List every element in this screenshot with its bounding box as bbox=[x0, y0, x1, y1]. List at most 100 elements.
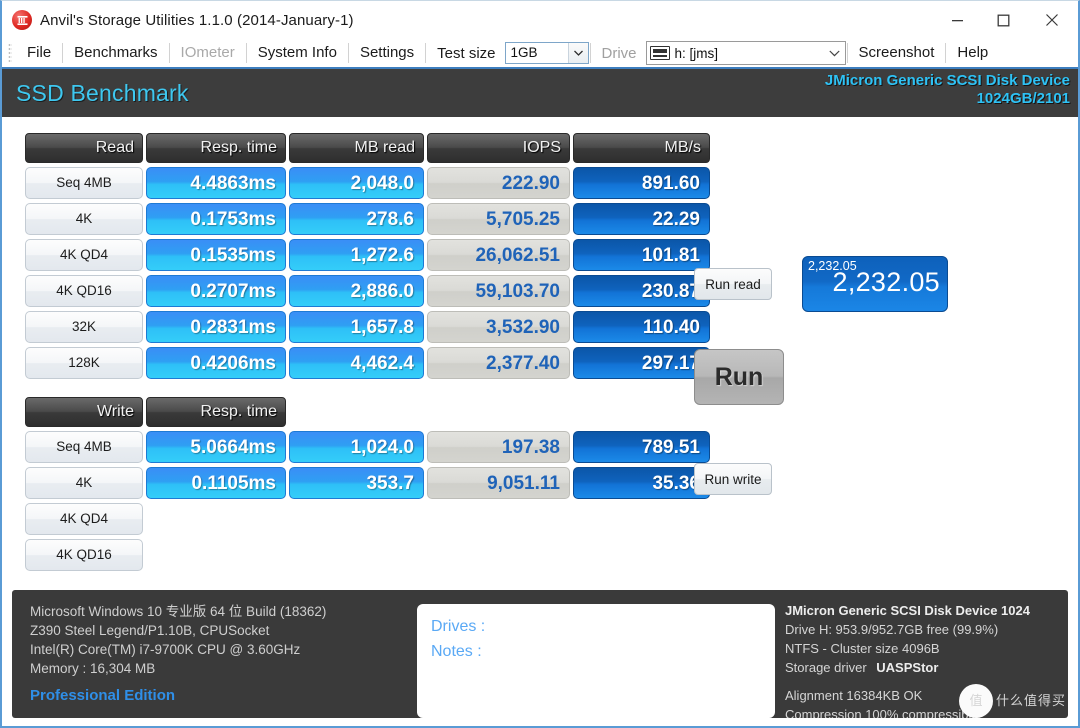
cell-resp: 0.1753ms bbox=[146, 203, 286, 235]
cell-resp: 0.1105ms bbox=[146, 467, 286, 499]
table-row: 4K 0.1753ms 278.6 5,705.25 22.29 bbox=[25, 203, 710, 235]
notes-panel[interactable]: Drives : Notes : bbox=[417, 604, 775, 718]
cell-mb: 4,462.4 bbox=[289, 347, 424, 379]
run-write-button[interactable]: Run write bbox=[694, 463, 772, 495]
cell-mb: 353.7 bbox=[289, 467, 424, 499]
table-row: 4K 0.1105ms 353.7 9,051.11 35.36 bbox=[25, 467, 710, 499]
cell-resp: 0.4206ms bbox=[146, 347, 286, 379]
alignment-info: Alignment 16384KB OK bbox=[785, 686, 1068, 705]
maximize-icon[interactable] bbox=[980, 1, 1026, 39]
anvil-icon bbox=[12, 10, 32, 30]
benchmark-body: Read Resp. time MB read IOPS MB/s Seq 4M… bbox=[2, 117, 1078, 567]
menu-screenshot[interactable]: Screenshot bbox=[849, 41, 945, 65]
app-window: Anvil's Storage Utilities 1.1.0 (2014-Ja… bbox=[0, 0, 1080, 728]
cell-mb: 1,657.8 bbox=[289, 311, 424, 343]
row-label[interactable]: 128K bbox=[25, 347, 143, 379]
cell-iops: 59,103.70 bbox=[427, 275, 570, 307]
cell-resp bbox=[146, 539, 286, 571]
row-label[interactable]: Seq 4MB bbox=[25, 431, 143, 463]
menu-separator bbox=[348, 43, 349, 63]
cell-resp: 0.2831ms bbox=[146, 311, 286, 343]
device-info: JMicron Generic SCSI Disk Device 1024GB/… bbox=[825, 72, 1070, 107]
menu-system-info[interactable]: System Info bbox=[248, 41, 347, 65]
header-resp-time: Resp. time bbox=[146, 397, 286, 427]
window-title: Anvil's Storage Utilities 1.1.0 (2014-Ja… bbox=[40, 12, 354, 29]
cell-iops: 5,705.25 bbox=[427, 203, 570, 235]
menu-benchmarks[interactable]: Benchmarks bbox=[64, 41, 167, 65]
cell-mbs: 297.17 bbox=[573, 347, 710, 379]
device-capacity: 1024GB/2101 bbox=[825, 90, 1070, 107]
table-row: 4K QD16 bbox=[25, 539, 710, 571]
cell-iops: 2,377.40 bbox=[427, 347, 570, 379]
minimize-icon[interactable] bbox=[934, 1, 980, 39]
cell-mb bbox=[289, 539, 424, 571]
test-size-label: Test size bbox=[427, 45, 503, 62]
cell-mb: 2,886.0 bbox=[289, 275, 424, 307]
cell-mbs: 101.81 bbox=[573, 239, 710, 271]
cell-mbs: 230.87 bbox=[573, 275, 710, 307]
row-label[interactable]: 4K bbox=[25, 467, 143, 499]
close-icon[interactable] bbox=[1026, 1, 1078, 39]
cell-iops: 3,532.90 bbox=[427, 311, 570, 343]
drive-select[interactable]: h: [jms] bbox=[646, 41, 846, 65]
table-row: Seq 4MB 5.0664ms 1,024.0 197.38 789.51 bbox=[25, 431, 710, 463]
run-button[interactable]: Run bbox=[694, 349, 784, 405]
cell-resp: 4.4863ms bbox=[146, 167, 286, 199]
header-blank bbox=[289, 397, 424, 427]
cell-mb: 1,024.0 bbox=[289, 431, 424, 463]
cell-iops: 222.90 bbox=[427, 167, 570, 199]
drive-icon bbox=[650, 46, 670, 60]
row-label[interactable]: 4K QD16 bbox=[25, 539, 143, 571]
cell-iops bbox=[427, 539, 570, 571]
header-mb-read: MB read bbox=[289, 133, 424, 163]
score-value: 2,232.05 bbox=[833, 267, 941, 298]
run-read-button[interactable]: Run read bbox=[694, 268, 772, 300]
table-row: 4K QD4 bbox=[25, 503, 710, 535]
cell-resp bbox=[146, 503, 286, 535]
cell-iops: 197.38 bbox=[427, 431, 570, 463]
header-resp-time: Resp. time bbox=[146, 133, 286, 163]
test-size-select[interactable]: 1GB bbox=[505, 42, 589, 64]
menu-separator bbox=[590, 43, 591, 63]
storage-driver-value: UASPStor bbox=[876, 660, 938, 675]
header-blank bbox=[427, 397, 570, 427]
device-name: JMicron Generic SCSI Disk Device bbox=[825, 72, 1070, 89]
menu-separator bbox=[425, 43, 426, 63]
row-label[interactable]: 4K QD16 bbox=[25, 275, 143, 307]
header-blank bbox=[573, 397, 710, 427]
toolbar-grip[interactable] bbox=[8, 43, 12, 63]
system-memory: Memory : 16,304 MB bbox=[30, 659, 417, 678]
table-header-row: Write Resp. time bbox=[25, 397, 710, 427]
cell-iops: 9,051.11 bbox=[427, 467, 570, 499]
header-write: Write bbox=[25, 397, 143, 427]
chevron-down-icon[interactable] bbox=[827, 50, 843, 57]
read-results-table: Read Resp. time MB read IOPS MB/s Seq 4M… bbox=[22, 129, 713, 383]
table-row: Seq 4MB 4.4863ms 2,048.0 222.90 891.60 bbox=[25, 167, 710, 199]
write-results-table: Write Resp. time Seq 4MB 5.0664ms 1,024.… bbox=[22, 393, 713, 575]
row-label[interactable]: 32K bbox=[25, 311, 143, 343]
info-footer: Microsoft Windows 10 专业版 64 位 Build (183… bbox=[12, 590, 1068, 718]
cell-mbs: 35.36 bbox=[573, 467, 710, 499]
menu-separator bbox=[169, 43, 170, 63]
cell-mbs: 110.40 bbox=[573, 311, 710, 343]
cell-iops bbox=[427, 503, 570, 535]
row-label[interactable]: 4K QD4 bbox=[25, 239, 143, 271]
table-row: 32K 0.2831ms 1,657.8 3,532.90 110.40 bbox=[25, 311, 710, 343]
cell-resp: 0.2707ms bbox=[146, 275, 286, 307]
spacer bbox=[785, 677, 1068, 686]
menu-separator bbox=[246, 43, 247, 63]
cell-mb: 1,272.6 bbox=[289, 239, 424, 271]
menu-help[interactable]: Help bbox=[947, 41, 998, 65]
row-label[interactable]: Seq 4MB bbox=[25, 167, 143, 199]
drive-info-panel: JMicron Generic SCSI Disk Device 1024 Dr… bbox=[775, 590, 1068, 718]
header-iops: IOPS bbox=[427, 133, 570, 163]
row-label[interactable]: 4K bbox=[25, 203, 143, 235]
menu-settings[interactable]: Settings bbox=[350, 41, 424, 65]
row-label[interactable]: 4K QD4 bbox=[25, 503, 143, 535]
menu-file[interactable]: File bbox=[17, 41, 61, 65]
drive-label: Drive bbox=[592, 45, 645, 62]
cell-mb bbox=[289, 503, 424, 535]
system-os: Microsoft Windows 10 专业版 64 位 Build (183… bbox=[30, 602, 417, 621]
page-title: SSD Benchmark bbox=[16, 80, 189, 107]
chevron-down-icon[interactable] bbox=[568, 43, 588, 63]
